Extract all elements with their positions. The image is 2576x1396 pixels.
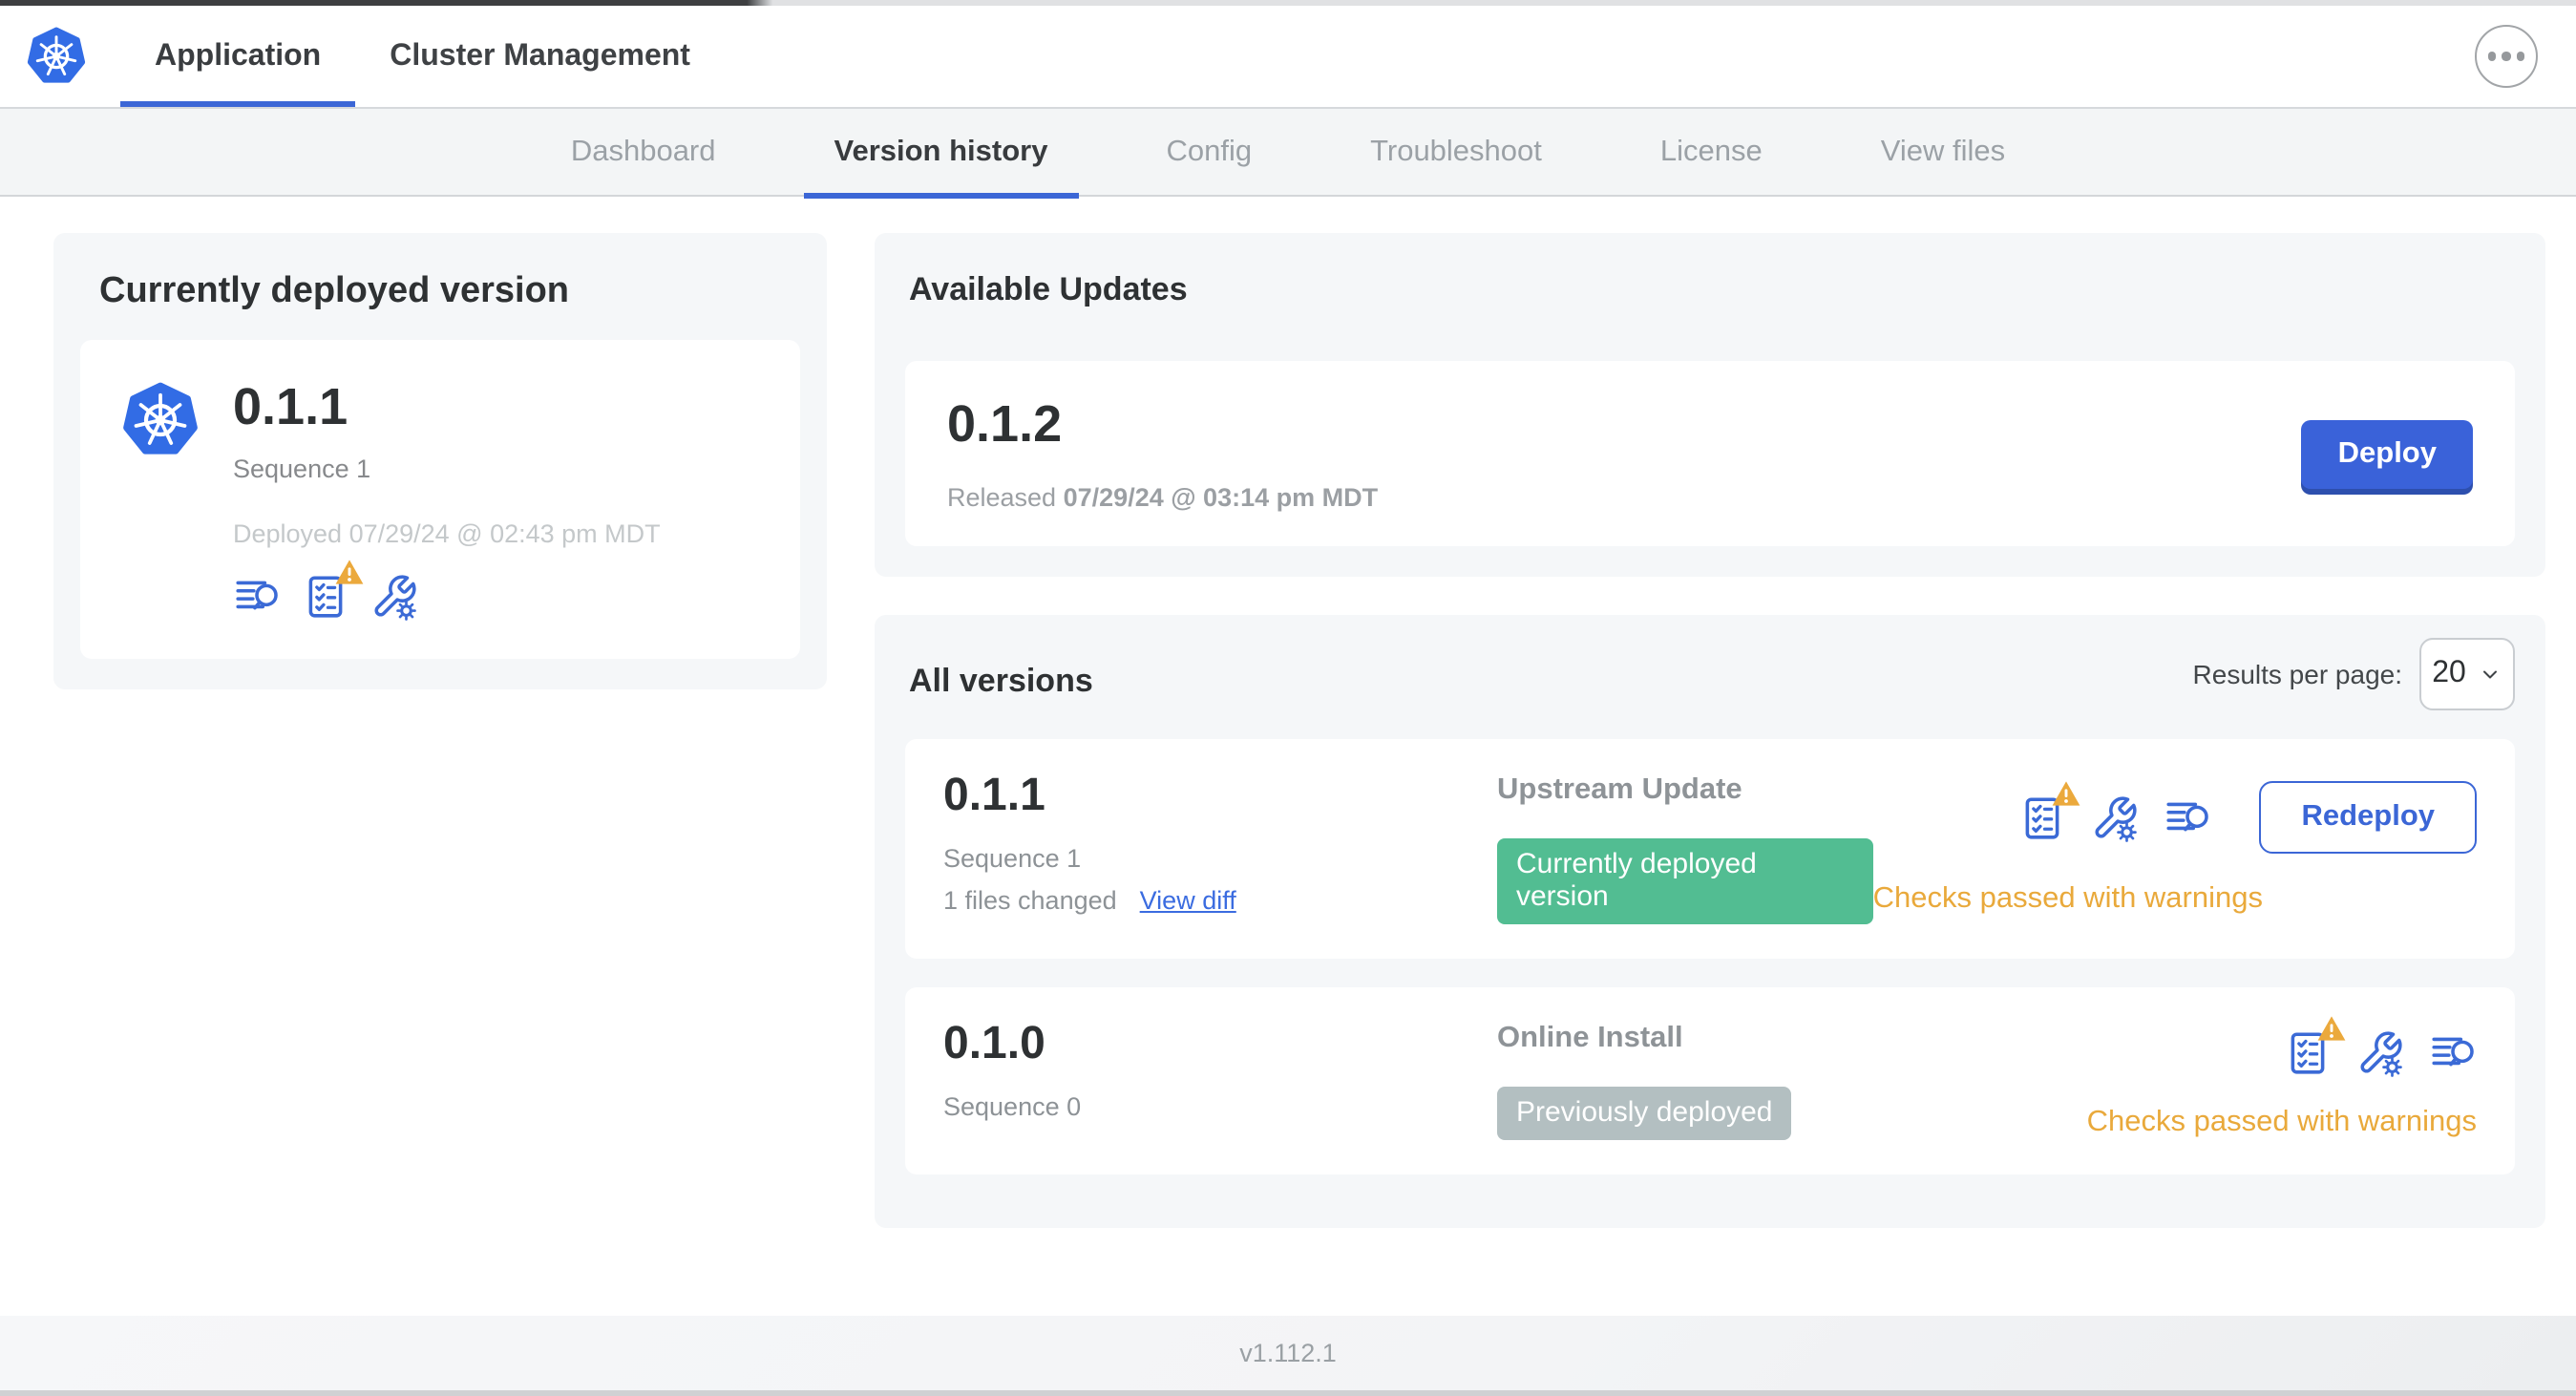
tab-version-history[interactable]: Version history bbox=[803, 107, 1079, 199]
admin-console: Application Cluster Management Dashboard… bbox=[0, 0, 2576, 1396]
update-released-timestamp: Released 07/29/24 @ 03:14 pm MDT bbox=[947, 483, 1379, 512]
currently-deployed-card: 0.1.1 Sequence 1 Deployed 07/29/24 @ 02:… bbox=[80, 340, 800, 659]
row-sequence: Sequence 0 bbox=[943, 1092, 1082, 1121]
view-diff-link[interactable]: View diff bbox=[1140, 886, 1236, 915]
status-badge: Currently deployed version bbox=[1497, 838, 1873, 924]
results-per-page-select[interactable]: 20 bbox=[2419, 638, 2515, 710]
warning-triangle-icon bbox=[334, 558, 365, 586]
checks-status[interactable]: Checks passed with warnings bbox=[1873, 882, 2477, 917]
deploy-button[interactable]: Deploy bbox=[2301, 419, 2473, 488]
all-versions-title: All versions bbox=[909, 663, 1093, 699]
version-history-page: Currently deployed version 0.1.1 Sequenc… bbox=[0, 197, 2576, 1228]
preflight-checks-warning-icon[interactable] bbox=[2284, 1029, 2332, 1077]
logs-search-icon[interactable] bbox=[2164, 793, 2211, 841]
currently-deployed-title: Currently deployed version bbox=[99, 271, 570, 311]
config-tools-icon[interactable] bbox=[370, 573, 418, 621]
deployed-version-number: 0.1.1 bbox=[233, 378, 348, 435]
results-per-page-label: Results per page: bbox=[2192, 659, 2402, 689]
warning-triangle-icon bbox=[2316, 1014, 2347, 1043]
all-versions-panel: All versions Results per page: 20 0.1.1 … bbox=[875, 615, 2545, 1228]
redeploy-button[interactable]: Redeploy bbox=[2259, 781, 2477, 854]
console-version: v1.112.1 bbox=[1239, 1339, 1337, 1367]
app-sub-nav: Dashboard Version history Config Trouble… bbox=[0, 107, 2576, 199]
preflight-checks-warning-icon[interactable] bbox=[2018, 793, 2066, 841]
row-version-number: 0.1.1 bbox=[943, 770, 1045, 821]
tab-view-files[interactable]: View files bbox=[1877, 107, 2009, 197]
row-version-number: 0.1.0 bbox=[943, 1018, 1045, 1069]
deployed-timestamp: Deployed 07/29/24 @ 02:43 pm MDT bbox=[233, 519, 661, 548]
row-source: Online Install bbox=[1497, 1022, 1683, 1054]
logs-search-icon[interactable] bbox=[2429, 1029, 2477, 1077]
row-sequence: Sequence 1 bbox=[943, 844, 1082, 873]
warning-triangle-icon bbox=[2051, 778, 2081, 807]
version-row: 0.1.0 Sequence 0 Online Install Previous… bbox=[905, 987, 2515, 1174]
row-source: Upstream Update bbox=[1497, 773, 1742, 806]
console-footer: v1.112.1 bbox=[0, 1316, 2576, 1396]
preflight-checks-warning-icon[interactable] bbox=[302, 573, 349, 621]
row-files-changed: 1 files changed View diff bbox=[943, 886, 1236, 915]
kubernetes-logo-icon bbox=[27, 27, 86, 86]
config-tools-icon[interactable] bbox=[2091, 793, 2139, 841]
tab-license[interactable]: License bbox=[1657, 107, 1766, 197]
chevron-down-icon bbox=[2480, 663, 2502, 686]
top-nav-bar: Application Cluster Management bbox=[0, 6, 2576, 107]
tab-config[interactable]: Config bbox=[1162, 107, 1256, 197]
available-update-card: 0.1.2 Released 07/29/24 @ 03:14 pm MDT D… bbox=[905, 361, 2515, 546]
deployed-sequence: Sequence 1 bbox=[233, 455, 371, 483]
checks-status[interactable]: Checks passed with warnings bbox=[2087, 1106, 2477, 1140]
logs-search-icon[interactable] bbox=[233, 573, 281, 621]
status-badge: Previously deployed bbox=[1497, 1087, 1792, 1140]
top-nav-tabs: Application Cluster Management bbox=[120, 6, 725, 107]
tab-dashboard[interactable]: Dashboard bbox=[567, 107, 720, 197]
update-version-number: 0.1.2 bbox=[947, 395, 1063, 453]
version-row: 0.1.1 Sequence 1 1 files changed View dif… bbox=[905, 739, 2515, 959]
config-tools-icon[interactable] bbox=[2356, 1029, 2404, 1077]
tab-application[interactable]: Application bbox=[120, 6, 356, 107]
ellipsis-icon bbox=[2487, 52, 2497, 61]
ellipsis-menu-button[interactable] bbox=[2475, 25, 2538, 88]
available-updates-panel: Available Updates 0.1.2 Released 07/29/2… bbox=[875, 233, 2545, 577]
kubernetes-app-icon bbox=[122, 382, 199, 458]
available-updates-title: Available Updates bbox=[909, 271, 1188, 307]
tab-troubleshoot[interactable]: Troubleshoot bbox=[1366, 107, 1546, 197]
currently-deployed-panel: Currently deployed version 0.1.1 Sequenc… bbox=[53, 233, 827, 689]
tab-cluster-management[interactable]: Cluster Management bbox=[355, 6, 725, 107]
